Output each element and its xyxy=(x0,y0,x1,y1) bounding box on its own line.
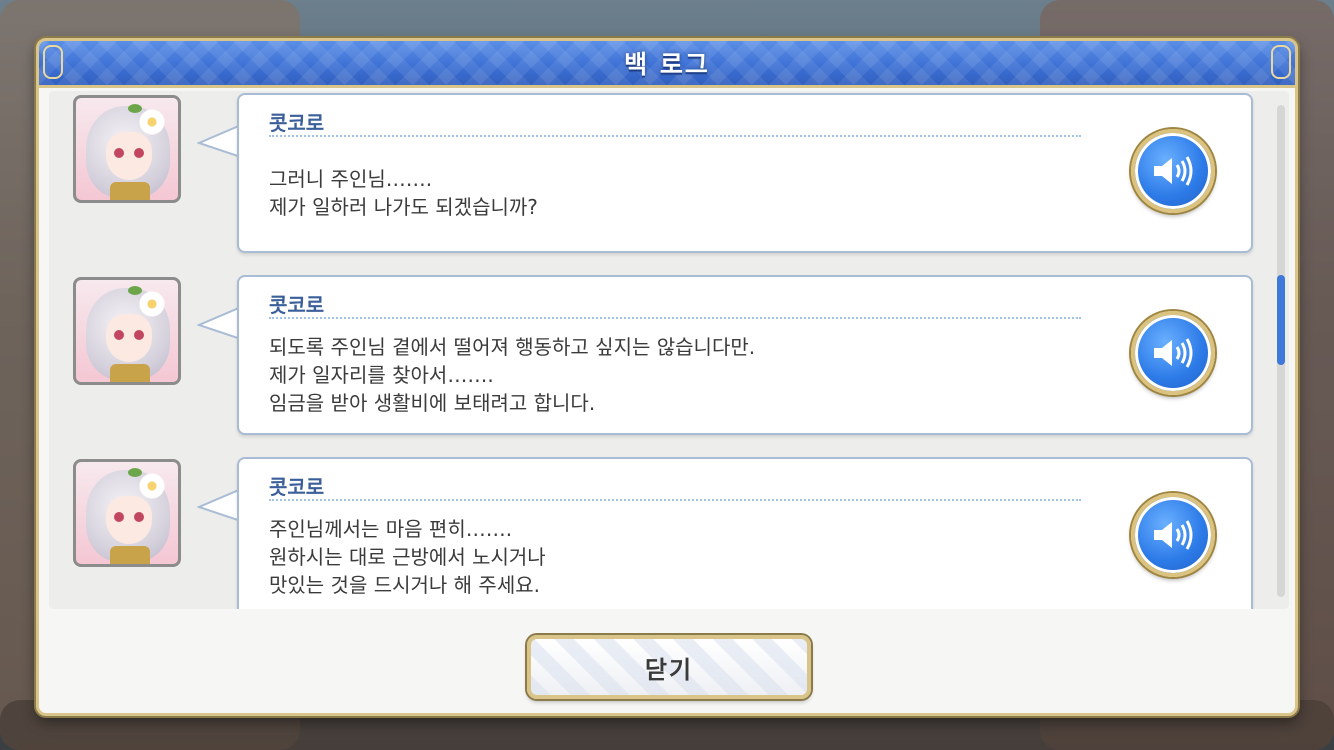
voice-play-button[interactable] xyxy=(1131,129,1215,213)
character-portrait-icon xyxy=(73,459,181,567)
backlog-dialog: 백 로그 콧코로 그러니 주인님……. 제가 일하러 나가도 되겠습니까? 콧코… xyxy=(36,38,1298,716)
speech-bubble: 콧코로 그러니 주인님……. 제가 일하러 나가도 되겠습니까? xyxy=(237,93,1253,253)
speaker-icon xyxy=(1154,338,1193,368)
speaker-name: 콧코로 xyxy=(269,293,325,317)
close-button[interactable]: 닫기 xyxy=(527,635,811,699)
speech-bubble: 콧코로 주인님께서는 마음 편히……. 원하시는 대로 근방에서 노시거나 맛있… xyxy=(237,457,1253,609)
divider xyxy=(269,135,1081,137)
list-item: 콧코로 그러니 주인님……. 제가 일하러 나가도 되겠습니까? xyxy=(49,91,1267,255)
character-portrait-icon xyxy=(73,95,181,203)
close-button-label: 닫기 xyxy=(644,655,694,684)
speaker-icon xyxy=(1154,156,1193,186)
list-item: 콧코로 되도록 주인님 곁에서 떨어져 행동하고 싶지는 않습니다만. 제가 일… xyxy=(49,273,1267,437)
speech-bubble: 콧코로 되도록 주인님 곁에서 떨어져 행동하고 싶지는 않습니다만. 제가 일… xyxy=(237,275,1253,435)
backlog-list[interactable]: 콧코로 그러니 주인님……. 제가 일하러 나가도 되겠습니까? 콧코로 되도록… xyxy=(49,91,1289,609)
speech-tail-icon xyxy=(197,124,241,158)
corner-ornament-icon xyxy=(43,45,63,79)
dialogue-line: 맛있는 것을 드시거나 해 주세요. xyxy=(269,573,540,597)
character-portrait-icon xyxy=(73,277,181,385)
divider xyxy=(269,317,1081,319)
game-screen: { "dialog": { "title": "백 로그", "close_la… xyxy=(0,0,1334,750)
scrollbar-thumb[interactable] xyxy=(1277,275,1285,365)
dialogue-line: 제가 일하러 나가도 되겠습니까? xyxy=(269,195,538,219)
speaker-name: 콧코로 xyxy=(269,475,325,499)
corner-ornament-icon xyxy=(1271,45,1291,79)
voice-play-button[interactable] xyxy=(1131,493,1215,577)
dialogue-line: 원하시는 대로 근방에서 노시거나 xyxy=(269,545,546,569)
dialog-title-bar: 백 로그 xyxy=(39,41,1295,88)
dialogue-line: 되도록 주인님 곁에서 떨어져 행동하고 싶지는 않습니다만. xyxy=(269,335,756,359)
dialog-title: 백 로그 xyxy=(624,50,710,79)
speaker-icon xyxy=(1154,520,1193,550)
divider xyxy=(269,499,1081,501)
list-item: 콧코로 주인님께서는 마음 편히……. 원하시는 대로 근방에서 노시거나 맛있… xyxy=(49,455,1267,609)
speech-tail-icon xyxy=(197,306,241,340)
speech-tail-icon xyxy=(197,488,241,522)
voice-play-button[interactable] xyxy=(1131,311,1215,395)
dialogue-line: 제가 일자리를 찾아서……. xyxy=(269,363,494,387)
speaker-name: 콧코로 xyxy=(269,111,325,135)
scrollbar[interactable] xyxy=(1277,105,1285,597)
dialogue-line: 그러니 주인님……. xyxy=(269,167,433,191)
dialogue-line: 임금을 받아 생활비에 보태려고 합니다. xyxy=(269,391,596,415)
dialogue-line: 주인님께서는 마음 편히……. xyxy=(269,517,513,541)
